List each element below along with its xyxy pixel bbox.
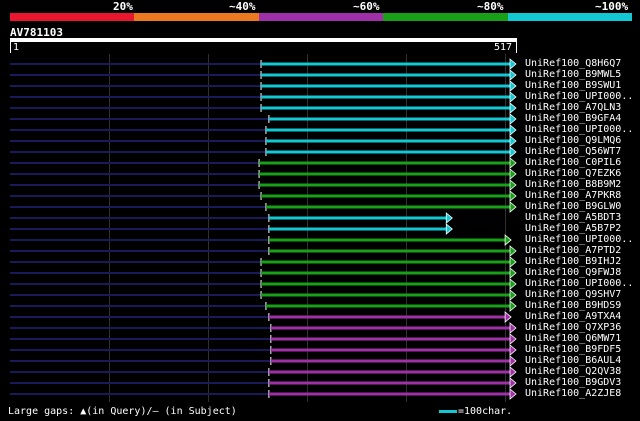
hit-end-arrow-icon: [509, 377, 517, 389]
hit-row[interactable]: [10, 311, 512, 323]
hit-end-arrow-icon: [509, 113, 517, 125]
hit-label[interactable]: UniRef100_B8B9M2: [525, 179, 621, 190]
hit-row[interactable]: [10, 322, 517, 334]
hit-label[interactable]: UniRef100_Q2QV38: [525, 366, 621, 377]
hit-label[interactable]: UniRef100_Q7EZK6: [525, 168, 621, 179]
hit-label[interactable]: UniRef100_A2ZJE8: [525, 388, 621, 399]
hit-label[interactable]: UniRef100_B9FDF5: [525, 344, 621, 355]
hit-label[interactable]: UniRef100_A9TXA4: [525, 311, 621, 322]
hit-label[interactable]: UniRef100_Q9LMQ6: [525, 135, 621, 146]
hit-end-arrow-icon: [509, 333, 517, 345]
large-gaps-legend: Large gaps: ▲(in Query)/– (in Subject): [8, 406, 237, 417]
hit-row[interactable]: [10, 223, 453, 235]
hit-row[interactable]: [10, 212, 453, 224]
hit-row[interactable]: [10, 289, 517, 301]
hit-end-arrow-icon: [509, 102, 517, 114]
hit-row[interactable]: [10, 102, 517, 114]
hit-label[interactable]: UniRef100_B9GLW0: [525, 201, 621, 212]
hit-label[interactable]: UniRef100_A5B7P2: [525, 223, 621, 234]
hit-label[interactable]: UniRef100_A7PTD2: [525, 245, 621, 256]
hit-row[interactable]: [10, 168, 517, 180]
hit-end-arrow-icon: [509, 124, 517, 136]
hit-label[interactable]: UniRef100_B9MWL5: [525, 69, 621, 80]
hit-row[interactable]: [10, 234, 512, 246]
hit-end-arrow-icon: [509, 80, 517, 92]
scale-label: =100char.: [458, 406, 513, 417]
hit-end-arrow-icon: [509, 256, 517, 268]
hit-label[interactable]: UniRef100_B9GFA4: [525, 113, 621, 124]
hit-end-arrow-icon: [509, 267, 517, 279]
hit-end-arrow-icon: [445, 223, 453, 235]
hit-label[interactable]: UniRef100_Q6MW71: [525, 333, 621, 344]
hit-end-arrow-icon: [509, 157, 517, 169]
hit-row[interactable]: [10, 300, 517, 312]
hit-label[interactable]: UniRef100_B9GDV3: [525, 377, 621, 388]
hit-end-arrow-icon: [509, 168, 517, 180]
hit-end-arrow-icon: [509, 58, 517, 70]
hit-row[interactable]: [10, 179, 517, 191]
hit-row[interactable]: [10, 113, 517, 125]
hit-end-arrow-icon: [504, 234, 512, 246]
hit-label[interactable]: UniRef100_A7QLN3: [525, 102, 621, 113]
hit-label[interactable]: UniRef100_B6AUL4: [525, 355, 621, 366]
hit-row[interactable]: [10, 245, 517, 257]
hit-row[interactable]: [10, 80, 517, 92]
hit-end-arrow-icon: [509, 190, 517, 202]
hit-label[interactable]: UniRef100_UPI000..: [525, 278, 633, 289]
hit-label[interactable]: UniRef100_Q8H6Q7: [525, 58, 621, 69]
hit-row[interactable]: [10, 146, 517, 158]
hit-row[interactable]: [10, 69, 517, 81]
hit-end-arrow-icon: [509, 366, 517, 378]
hit-label[interactable]: UniRef100_A5BDT3: [525, 212, 621, 223]
hit-row[interactable]: [10, 355, 517, 367]
hit-label[interactable]: UniRef100_UPI000..: [525, 234, 633, 245]
hit-row[interactable]: [10, 344, 517, 356]
hit-end-arrow-icon: [509, 322, 517, 334]
hit-label[interactable]: UniRef100_UPI000..: [525, 124, 633, 135]
hit-end-arrow-icon: [509, 69, 517, 81]
hit-label[interactable]: UniRef100_Q7XP36: [525, 322, 621, 333]
hit-row[interactable]: [10, 201, 517, 213]
hit-label[interactable]: UniRef100_UPI000..: [525, 91, 633, 102]
hit-row[interactable]: [10, 388, 517, 400]
hit-label[interactable]: UniRef100_B9HDS9: [525, 300, 621, 311]
hit-row[interactable]: [10, 190, 517, 202]
hit-end-arrow-icon: [509, 278, 517, 290]
hit-end-arrow-icon: [509, 135, 517, 147]
hit-end-arrow-icon: [509, 289, 517, 301]
hit-label[interactable]: UniRef100_Q9SHV7: [525, 289, 621, 300]
hit-end-arrow-icon: [445, 212, 453, 224]
hit-row[interactable]: [10, 157, 517, 169]
hit-row[interactable]: [10, 135, 517, 147]
hit-row[interactable]: [10, 256, 517, 268]
hit-label[interactable]: UniRef100_C0PIL6: [525, 157, 621, 168]
hit-end-arrow-icon: [504, 311, 512, 323]
hit-end-arrow-icon: [509, 245, 517, 257]
hit-label[interactable]: UniRef100_A7PKR8: [525, 190, 621, 201]
hit-label[interactable]: UniRef100_B9IHJ2: [525, 256, 621, 267]
hit-end-arrow-icon: [509, 146, 517, 158]
hit-row[interactable]: [10, 91, 517, 103]
hit-end-arrow-icon: [509, 344, 517, 356]
hit-row[interactable]: [10, 267, 517, 279]
hit-row[interactable]: [10, 366, 517, 378]
hit-end-arrow-icon: [509, 91, 517, 103]
hit-end-arrow-icon: [509, 388, 517, 400]
hit-end-arrow-icon: [509, 201, 517, 213]
hit-row[interactable]: [10, 377, 517, 389]
hit-row[interactable]: [10, 278, 517, 290]
hit-end-arrow-icon: [509, 355, 517, 367]
scale-swatch: [439, 410, 457, 413]
hit-row[interactable]: [10, 124, 517, 136]
hit-end-arrow-icon: [509, 179, 517, 191]
hit-label[interactable]: UniRef100_B9SWU1: [525, 80, 621, 91]
hit-label[interactable]: UniRef100_Q9FWJ8: [525, 267, 621, 278]
hit-label[interactable]: UniRef100_Q56WT7: [525, 146, 621, 157]
hit-end-arrow-icon: [509, 300, 517, 312]
hit-row[interactable]: [10, 333, 517, 345]
hit-row[interactable]: [10, 58, 517, 70]
